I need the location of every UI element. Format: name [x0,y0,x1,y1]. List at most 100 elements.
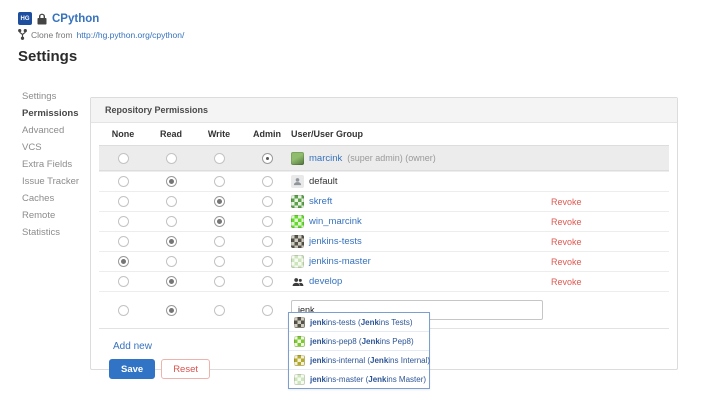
radio-admin-new-user[interactable] [262,305,273,316]
sidebar-item-extra-fields[interactable]: Extra Fields [22,156,79,173]
identicon-avatar [294,374,305,385]
radio-none-develop[interactable] [118,276,129,287]
radio-admin-jenkins-master[interactable] [262,256,273,267]
user-link-develop[interactable]: develop [309,276,342,287]
column-header-admin: Admin [243,129,291,139]
column-header-user-user-group: User/User Group [291,129,551,139]
radio-admin-marcink[interactable] [262,153,273,164]
identicon-avatar [294,317,305,328]
user-autocomplete-dropdown: jenkins-tests (Jenkins Tests) jenkins-pep… [288,312,430,389]
identicon-avatar [291,215,304,228]
autocomplete-item-jenkins-tests[interactable]: jenkins-tests (Jenkins Tests) [289,313,429,331]
autocomplete-item-jenkins-pep8[interactable]: jenkins-pep8 (Jenkins Pep8) [289,331,429,350]
revoke-link-skreft[interactable]: Revoke [551,197,582,207]
user-link-jenkins-tests[interactable]: jenkins-tests [309,236,362,247]
user-link-jenkins-master[interactable]: jenkins-master [309,256,371,267]
radio-none-jenkins-tests[interactable] [118,236,129,247]
reset-button[interactable]: Reset [161,359,210,379]
revoke-link-win-marcink[interactable]: Revoke [551,217,582,227]
identicon-avatar [294,336,305,347]
revoke-link-develop[interactable]: Revoke [551,277,582,287]
identicon-avatar [291,255,304,268]
radio-none-win-marcink[interactable] [118,216,129,227]
user-link-skreft[interactable]: skreft [309,196,332,207]
sidebar-item-statistics[interactable]: Statistics [22,224,79,241]
sidebar-item-settings[interactable]: Settings [22,88,79,105]
sidebar-item-caches[interactable]: Caches [22,190,79,207]
user-link-win-marcink[interactable]: win_marcink [309,216,362,227]
radio-admin-jenkins-tests[interactable] [262,236,273,247]
table-header-row: NoneReadWriteAdminUser/User Group [99,123,669,145]
mercurial-repo-type-icon: HG [18,12,32,25]
sidebar-item-remote[interactable]: Remote [22,207,79,224]
radio-admin-win-marcink[interactable] [262,216,273,227]
radio-write-jenkins-tests[interactable] [214,236,225,247]
permission-rows: marcink (super admin) (owner) default skref… [99,145,669,291]
default-user-icon [291,175,304,188]
revoke-link-jenkins-tests[interactable]: Revoke [551,237,582,247]
radio-write-marcink[interactable] [214,153,225,164]
radio-none-default[interactable] [118,176,129,187]
lock-icon [37,13,47,25]
user-group-icon [291,275,304,288]
radio-read-develop[interactable] [166,276,177,287]
radio-write-skreft[interactable] [214,196,225,207]
radio-read-jenkins-tests[interactable] [166,236,177,247]
radio-admin-develop[interactable] [262,276,273,287]
radio-write-default[interactable] [214,176,225,187]
radio-read-marcink[interactable] [166,153,177,164]
radio-none-new-user[interactable] [118,305,129,316]
sidebar-item-vcs[interactable]: VCS [22,139,79,156]
autocomplete-item-label: jenkins-tests (Jenkins Tests) [310,318,413,327]
clone-label: Clone from [31,30,73,40]
permission-row-develop: develop Revoke [99,271,669,291]
sidebar-item-advanced[interactable]: Advanced [22,122,79,139]
autocomplete-item-jenkins-master[interactable]: jenkins-master (Jenkins Master) [289,369,429,388]
user-label-default: default [309,176,338,187]
sidebar-item-permissions[interactable]: Permissions [22,105,79,122]
column-header-read: Read [147,129,195,139]
radio-admin-skreft[interactable] [262,196,273,207]
clone-url-link[interactable]: http://hg.python.org/cpython/ [77,30,185,40]
autocomplete-item-label: jenkins-master (Jenkins Master) [310,375,426,384]
radio-read-skreft[interactable] [166,196,177,207]
permission-row-jenkins-tests: jenkins-tests Revoke [99,231,669,251]
radio-admin-default[interactable] [262,176,273,187]
permission-row-default: default [99,171,669,191]
permission-row-win-marcink: win_marcink Revoke [99,211,669,231]
permission-row-jenkins-master: jenkins-master Revoke [99,251,669,271]
radio-read-win-marcink[interactable] [166,216,177,227]
identicon-avatar [291,195,304,208]
page-title: Settings [18,48,77,65]
permission-row-marcink: marcink (super admin) (owner) [99,145,669,171]
add-new-link[interactable]: Add new [113,341,152,352]
settings-nav: SettingsPermissionsAdvancedVCSExtra Fiel… [22,88,79,241]
autocomplete-item-jenkins-internal[interactable]: jenkins-internal (Jenkins Internal) [289,350,429,369]
revoke-link-jenkins-master[interactable]: Revoke [551,257,582,267]
repo-name-link[interactable]: CPython [52,13,99,25]
permission-row-skreft: skreft Revoke [99,191,669,211]
column-header-none: None [99,129,147,139]
autocomplete-item-label: jenkins-internal (Jenkins Internal) [310,356,430,365]
column-header-write: Write [195,129,243,139]
radio-read-new-user[interactable] [166,305,177,316]
save-button[interactable]: Save [109,359,155,379]
identicon-avatar [294,355,305,366]
identicon-avatar [291,235,304,248]
fork-icon [18,29,27,40]
radio-none-skreft[interactable] [118,196,129,207]
radio-write-new-user[interactable] [214,305,225,316]
radio-write-jenkins-master[interactable] [214,256,225,267]
radio-none-marcink[interactable] [118,153,129,164]
radio-write-win-marcink[interactable] [214,216,225,227]
user-suffix: (super admin) (owner) [347,153,436,163]
user-link-marcink[interactable]: marcink [309,153,342,164]
radio-write-develop[interactable] [214,276,225,287]
autocomplete-item-label: jenkins-pep8 (Jenkins Pep8) [310,337,414,346]
panel-title: Repository Permissions [91,98,677,123]
radio-read-default[interactable] [166,176,177,187]
radio-none-jenkins-master[interactable] [118,256,129,267]
radio-read-jenkins-master[interactable] [166,256,177,267]
user-avatar [291,152,304,165]
sidebar-item-issue-tracker[interactable]: Issue Tracker [22,173,79,190]
